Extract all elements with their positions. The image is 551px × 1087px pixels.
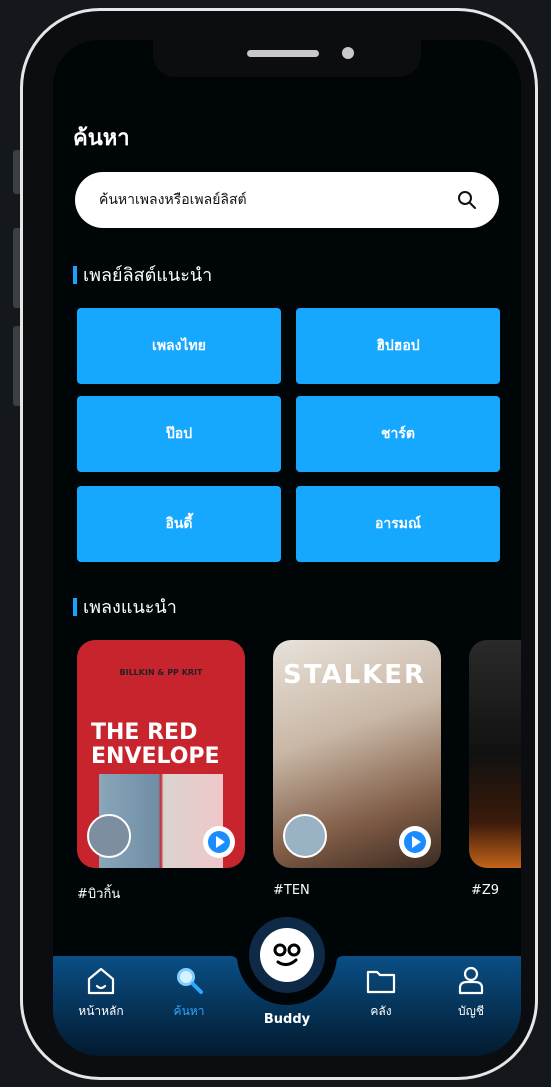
recommended-section-label: เพลงแนะนำ <box>83 597 177 618</box>
artist-avatar <box>87 814 131 858</box>
page-title: ค้นหา <box>73 126 130 151</box>
user-icon <box>458 966 484 995</box>
nav-account-label: บัญชี <box>458 1004 484 1018</box>
search-icon <box>177 968 203 994</box>
nav-home-label: หน้าหลัก <box>78 1004 124 1018</box>
song-card-label: #TEN <box>273 883 310 898</box>
section-marker <box>73 265 77 284</box>
buddy-button[interactable] <box>237 905 337 1005</box>
genre-button-hiphop[interactable]: ฮิปฮอป <box>296 308 500 384</box>
play-button[interactable] <box>399 826 431 858</box>
search-icon[interactable] <box>457 190 477 210</box>
nav-search[interactable]: ค้นหา <box>149 964 229 1021</box>
buddy-face-icon <box>260 928 314 982</box>
play-icon <box>216 836 225 848</box>
recommended-section-title: เพลงแนะนำ <box>73 592 177 621</box>
genre-button-pop[interactable]: ป๊อป <box>77 396 281 472</box>
genre-button-thai[interactable]: เพลงไทย <box>77 308 281 384</box>
song-card-ten[interactable]: STALKER <box>273 640 441 868</box>
song-card-label: #บิวกิ้น <box>77 887 121 902</box>
folder-icon <box>366 970 396 994</box>
search-input[interactable] <box>99 172 439 228</box>
search-bar[interactable] <box>75 172 499 228</box>
cover-title-line2: ENVELOPE <box>91 744 220 769</box>
playlist-section-label: เพลย์ลิสต์แนะนำ <box>83 265 213 286</box>
cover-top-text: BILLKIN & PP KRIT <box>119 668 203 677</box>
buddy-button-ring <box>249 917 325 993</box>
cover-title-line1: THE RED <box>91 720 198 745</box>
speaker <box>247 50 319 57</box>
genre-button-indie[interactable]: อินดี้ <box>77 486 281 562</box>
notch <box>153 40 421 77</box>
home-icon <box>87 967 115 995</box>
artist-avatar <box>283 814 327 858</box>
nav-search-label: ค้นหา <box>173 1004 205 1018</box>
song-card-label: #Z9 <box>471 883 500 898</box>
nav-account[interactable]: บัญชี <box>431 964 511 1021</box>
nav-home[interactable]: หน้าหลัก <box>61 964 141 1021</box>
play-button[interactable] <box>203 826 235 858</box>
song-card-z9[interactable] <box>469 640 521 868</box>
song-card-billkin[interactable]: BILLKIN & PP KRIT THE RED ENVELOPE <box>77 640 245 868</box>
playlist-section-title: เพลย์ลิสต์แนะนำ <box>73 260 212 289</box>
nav-library-label: คลัง <box>370 1004 392 1018</box>
app-screen: ค้นหา เพลย์ลิสต์แนะนำ เพลงไทย ฮิปฮอป ป๊อ… <box>53 40 521 1056</box>
camera <box>342 47 354 59</box>
genre-button-chart[interactable]: ชาร์ต <box>296 396 500 472</box>
section-marker <box>73 597 77 616</box>
play-icon <box>412 836 421 848</box>
cover-top-text: STALKER <box>283 660 427 690</box>
genre-button-mood[interactable]: อารมณ์ <box>296 486 500 562</box>
nav-buddy-label: Buddy <box>263 1012 311 1027</box>
nav-library[interactable]: คลัง <box>341 964 421 1021</box>
